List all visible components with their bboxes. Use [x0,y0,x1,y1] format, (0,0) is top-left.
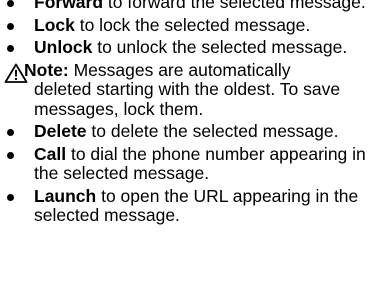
option-term: Delete [34,121,87,141]
list-item-unlock: Unlock to unlock the selected message. [0,37,383,58]
option-description: to forward the selected message. [103,0,366,12]
option-description: to dial the phone number appearing in th… [34,143,366,183]
option-term: Call [34,143,67,164]
option-term: Launch [34,185,97,206]
bullet-icon [7,193,14,201]
note-label: Note: [24,59,69,80]
warning-icon [4,63,28,83]
option-description: to unlock the selected message. [92,37,348,57]
list-item-launch: Launch to open the URL appearing in the … [0,185,383,226]
list-item-forward: Forward to forward the selected message. [0,0,383,13]
note-text-line2: deleted starting with the oldest. To sav… [34,79,341,99]
list-item-lock: Lock to lock the selected message. [0,14,383,36]
bullet-icon [7,129,14,136]
bullet-icon [7,22,14,30]
list-item-delete: Delete to delete the selected message. [0,121,383,142]
note-text-line3: messages, lock them. [34,98,204,119]
bullet-icon [7,151,14,159]
option-term: Unlock [34,37,93,57]
list-item-call: Call to dial the phone number appearing … [0,143,383,184]
bullet-icon [7,0,14,7]
option-term: Forward [34,0,104,12]
option-term: Lock [34,14,75,35]
manual-page: Forward to forward the selected message.… [0,0,383,226]
note-text-line1: Messages are automatically [68,59,291,80]
bullet-icon [7,45,14,52]
option-description: to lock the selected message. [74,14,311,35]
note-block: Note: Messages are automatically deleted… [0,59,383,120]
option-description: to delete the selected message. [86,121,339,141]
